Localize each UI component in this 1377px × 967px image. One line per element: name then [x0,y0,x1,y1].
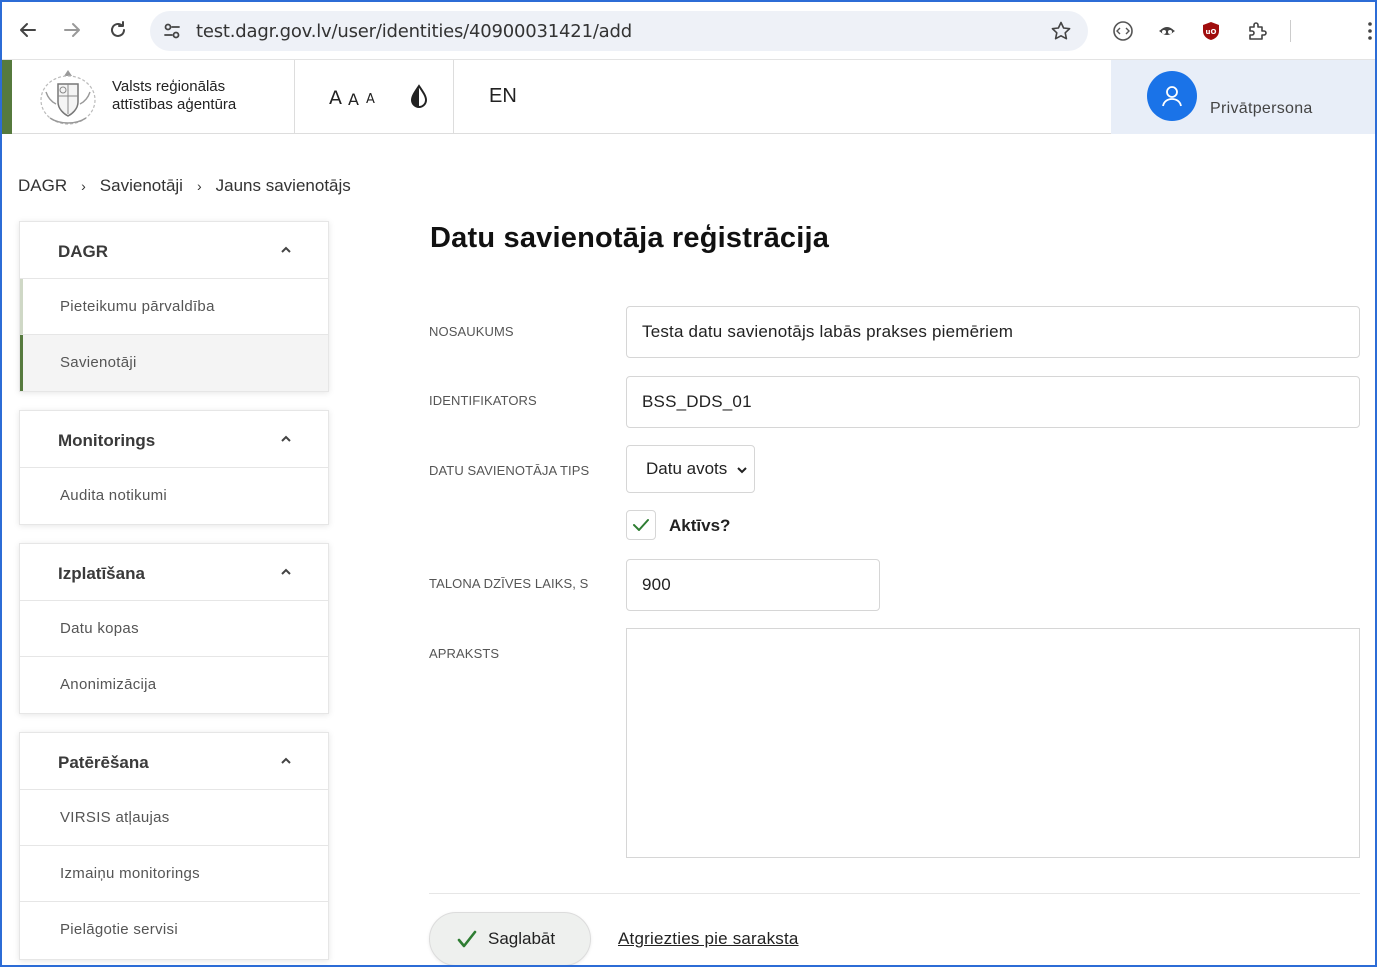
sidebar-item-label: Anonimizācija [60,676,157,693]
sidebar-item-pieteikumu-parvaldiba[interactable]: Pieteikumu pārvaldība [20,279,328,335]
sidebar-item-label: VIRSIS atļaujas [60,809,170,826]
sidebar-group-monitorings: Monitorings Audita notikumi [19,410,329,525]
sidebar-group-header[interactable]: Monitorings [20,411,328,468]
sidebar-item-pielagotie-servisi[interactable]: Pielāgotie servisi [20,902,328,958]
sidebar-group-header[interactable]: DAGR [20,222,328,279]
sidebar-group-paterešana: Patērēšana VIRSIS atļaujas Izmaiņu monit… [19,732,329,960]
checkmark-icon [457,930,477,948]
description-label: APRAKSTS [429,646,500,661]
chevron-up-icon[interactable] [280,755,292,767]
extension-code-icon[interactable] [1110,18,1136,44]
sidebar-item-virsis-atlaujas[interactable]: VIRSIS atļaujas [20,790,328,846]
chevron-up-icon[interactable] [280,433,292,445]
name-input[interactable]: Testa datu savienotājs labās prakses pie… [626,306,1360,358]
ublock-shield-icon[interactable]: uO [1198,18,1224,44]
sidebar-group-title: DAGR [58,242,109,261]
site-header: Valsts reģionālās attīstības aģentūra A … [2,60,1375,134]
sidebar-item-audita-notikumi[interactable]: Audita notikumi [20,468,328,524]
svg-text:uO: uO [1206,28,1217,36]
sidebar-item-izmainu-monitorings[interactable]: Izmaiņu monitorings [20,846,328,902]
contrast-drop-icon[interactable] [409,84,429,110]
breadcrumb: DAGR › Savienotāji › Jauns savienotājs [18,176,351,196]
forward-arrow-icon[interactable] [58,16,86,44]
coat-of-arms-icon [40,70,96,125]
description-textarea[interactable] [626,628,1360,858]
sidebar-item-label: Datu kopas [60,620,139,637]
avatar[interactable] [1147,71,1197,121]
back-arrow-icon[interactable] [14,16,42,44]
connector-type-value: Datu avots [646,459,728,478]
font-size-medium-button[interactable]: A [348,90,359,109]
save-button[interactable]: Saglabāt [429,912,591,965]
bookmark-star-icon[interactable] [1050,20,1072,42]
sidebar-item-label: Pielāgotie servisi [60,921,178,938]
sidebar-group-header[interactable]: Izplatīšana [20,544,328,601]
sidebar-item-datu-kopas[interactable]: Datu kopas [20,601,328,657]
sidebar-group-dagr: DAGR Pieteikumu pārvaldība Savienotāji [19,221,329,392]
extensions-puzzle-icon[interactable] [1244,18,1270,44]
chevron-down-icon [737,467,747,474]
browser-window: test.dagr.gov.lv/user/identities/4090003… [0,0,1377,967]
breadcrumb-item-dagr[interactable]: DAGR [18,176,67,196]
checkmark-icon [633,519,649,531]
org-name-line1: Valsts reģionālās [112,78,226,95]
sidebar-item-savienotaji[interactable]: Savienotāji [20,335,328,391]
logo-link[interactable]: Valsts reģionālās attīstības aģentūra [12,60,295,134]
form-divider [429,893,1360,894]
url-text[interactable]: test.dagr.gov.lv/user/identities/4090003… [196,21,632,42]
site-settings-icon[interactable] [162,21,182,41]
connector-type-select[interactable]: Datu avots [626,445,755,493]
org-name-line2: attīstības aģentūra [112,96,237,113]
chevron-up-icon[interactable] [280,244,292,256]
font-size-large-button[interactable]: A [329,87,342,109]
sidebar-group-title: Patērēšana [58,753,149,772]
sidebar-item-label: Pieteikumu pārvaldība [60,298,215,315]
save-button-label: Saglabāt [488,929,556,948]
token-lifetime-input[interactable]: 900 [626,559,880,611]
connector-type-label: DATU SAVIENOTĀJA TIPS [429,463,590,478]
sidebar-item-label: Izmaiņu monitorings [60,865,200,882]
organization-name: Valsts reģionālās attīstības aģentūra [112,78,236,114]
page-title: Datu savienotāja reģistrācija [430,222,830,254]
toolbar-separator [1290,20,1291,42]
browser-toolbar: test.dagr.gov.lv/user/identities/4090003… [2,2,1375,60]
chevron-right-icon: › [81,178,86,194]
language-switch[interactable]: EN [489,85,517,108]
sidebar-group-izplatisana: Izplatīšana Datu kopas Anonimizācija [19,543,329,714]
user-profile[interactable]: Privātpersona [1111,60,1375,134]
sidebar-group-header[interactable]: Patērēšana [20,733,328,790]
chevron-right-icon: › [196,178,202,194]
reload-icon[interactable] [104,16,132,44]
active-checkbox-label[interactable]: Aktīvs? [669,516,730,536]
sidebar-item-label: Savienotāji [60,354,137,371]
brand-stripe [2,60,12,134]
breadcrumb-item-savienotaji[interactable]: Savienotāji [100,176,183,196]
user-role-label: Privātpersona [1210,100,1313,117]
sidebar-group-title: Monitorings [58,431,156,450]
font-size-small-button[interactable]: A [366,92,375,107]
accessibility-controls: A A A [295,60,454,134]
user-icon [1162,86,1182,107]
breadcrumb-item-current: Jauns savienotājs [215,176,351,195]
sidebar-item-anonimizacija[interactable]: Anonimizācija [20,657,328,713]
active-checkbox[interactable] [626,510,656,540]
sidebar-item-label: Audita notikumi [60,487,168,504]
browser-menu-icon[interactable] [1357,18,1375,44]
address-bar[interactable]: test.dagr.gov.lv/user/identities/4090003… [150,11,1088,51]
sidebar-group-title: Izplatīšana [58,564,145,583]
identifier-label: IDENTIFIKATORS [429,393,537,408]
name-label: NOSAUKUMS [429,324,514,339]
identifier-input[interactable]: BSS_DDS_01 [626,376,1360,428]
extension-spy-icon[interactable] [1154,18,1180,44]
back-to-list-link[interactable]: Atgriezties pie saraksta [618,929,799,949]
token-lifetime-label: TALONA DZĪVES LAIKS, S [429,576,589,591]
chevron-up-icon[interactable] [280,566,292,578]
